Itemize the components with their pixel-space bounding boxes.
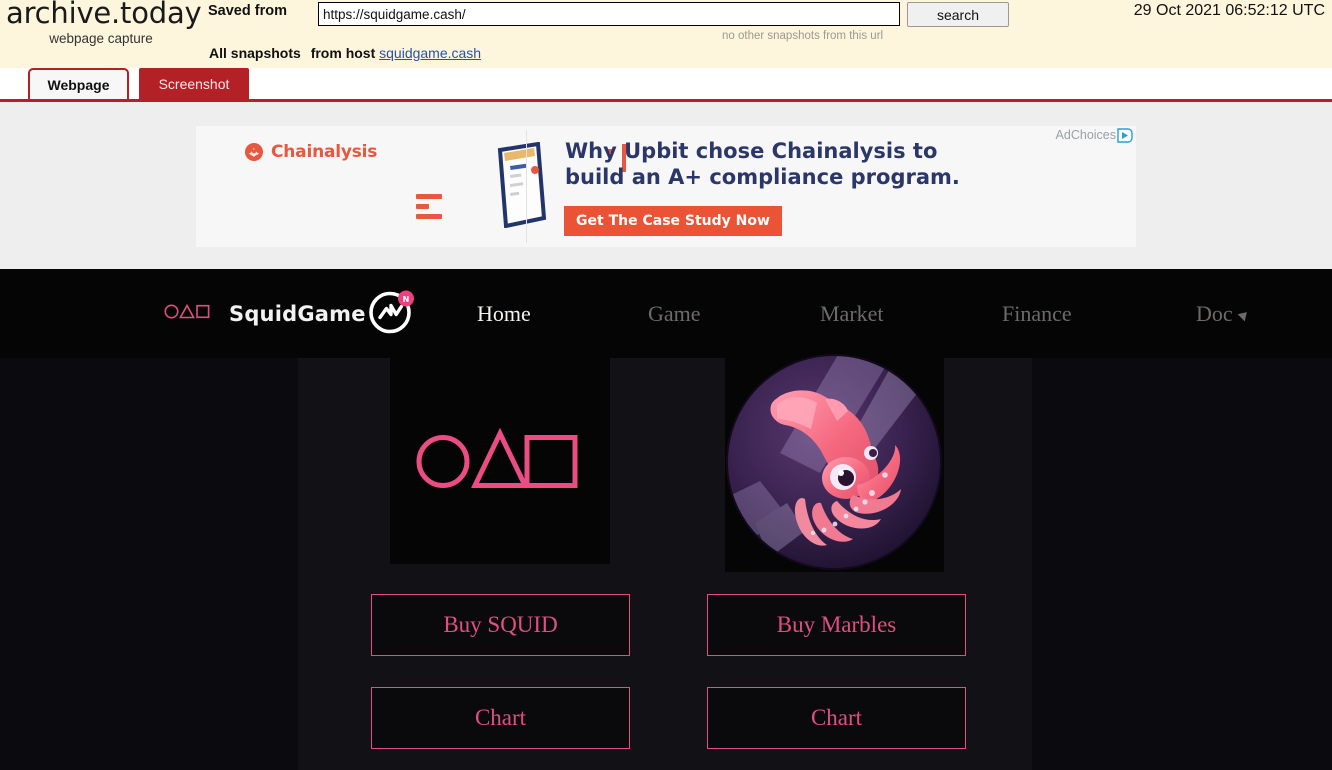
ad-decor-bars — [416, 194, 442, 224]
ad-banner[interactable]: Chainalysis Why Upbit chose Chainalysis … — [196, 126, 1136, 247]
adchoices-icon — [1117, 128, 1133, 143]
ad-left-panel: Chainalysis — [196, 126, 547, 247]
marble-squid-image — [725, 353, 944, 572]
screenshot-root: archive.today webpage capture Saved from… — [0, 0, 1332, 770]
main-column: Buy SQUID Buy Marbles Chart Chart — [298, 353, 1032, 770]
site-navbar: SquidGame N Home Game Market Finance Doc — [0, 269, 1332, 358]
site-body: Buy SQUID Buy Marbles Chart Chart — [0, 353, 1332, 770]
right-gutter — [1032, 358, 1332, 770]
all-snapshots-label[interactable]: All snapshots — [209, 45, 301, 61]
no-snapshots-note: no other snapshots from this url — [722, 30, 884, 42]
chainalysis-wordmark: Chainalysis — [271, 142, 378, 162]
buy-marbles-button[interactable]: Buy Marbles — [707, 594, 966, 656]
saved-from-label: Saved from — [208, 3, 287, 19]
archive-logo-subtitle: webpage capture — [49, 31, 153, 46]
nav-item-finance[interactable]: Finance — [1002, 301, 1072, 327]
archive-logo-title: archive.today — [6, 0, 202, 30]
capture-datetime: 29 Oct 2021 06:52:12 UTC — [1133, 2, 1325, 19]
adchoices-label: AdChoices — [1055, 128, 1116, 142]
nav-item-doc-label: Doc — [1196, 300, 1233, 326]
host-link[interactable]: squidgame.cash — [379, 45, 481, 61]
squid-shapes-icon — [164, 302, 212, 325]
nav-item-market[interactable]: Market — [820, 301, 884, 327]
svg-text:N: N — [403, 295, 410, 304]
squid-logo-panel — [390, 358, 610, 564]
chart-button-left[interactable]: Chart — [371, 687, 630, 749]
nav-item-game[interactable]: Game — [648, 301, 701, 327]
adchoices-badge[interactable]: AdChoices — [1056, 128, 1133, 143]
coinmarketcap-icon[interactable]: N — [368, 287, 416, 340]
from-host-label: from host — [310, 45, 376, 61]
ad-strip: Chainalysis Why Upbit chose Chainalysis … — [0, 102, 1332, 269]
ad-cta-button[interactable]: Get The Case Study Now — [564, 206, 782, 236]
nav-item-doc[interactable]: Doc — [1196, 300, 1251, 327]
archive-logo[interactable]: archive.today webpage capture — [6, 0, 202, 48]
ad-headline: Why Upbit chose Chainalysis to build an … — [565, 139, 960, 189]
squid-game-shapes-logo — [415, 426, 585, 497]
search-button[interactable]: search — [907, 2, 1009, 27]
captured-page: SquidGame N Home Game Market Finance Doc — [0, 269, 1332, 770]
url-input[interactable] — [318, 2, 900, 26]
ad-right-panel: Why Upbit chose Chainalysis to build an … — [526, 126, 1136, 247]
all-snapshots-line: All snapshots from host squidgame.cash — [209, 45, 481, 61]
tab-screenshot[interactable]: Screenshot — [139, 68, 249, 99]
chainalysis-logo: Chainalysis — [244, 142, 377, 162]
archive-tabs: Webpage Screenshot share — [0, 68, 1332, 161]
left-gutter — [0, 358, 298, 770]
archive-header: archive.today webpage capture Saved from… — [0, 0, 1332, 68]
chart-button-right[interactable]: Chart — [707, 687, 966, 749]
site-brand-name: SquidGame — [229, 301, 366, 326]
tab-webpage[interactable]: Webpage — [28, 68, 129, 100]
chainalysis-mark-icon — [245, 143, 263, 161]
nav-item-home[interactable]: Home — [477, 301, 531, 327]
buy-squid-button[interactable]: Buy SQUID — [371, 594, 630, 656]
chevron-down-icon — [1237, 308, 1251, 321]
